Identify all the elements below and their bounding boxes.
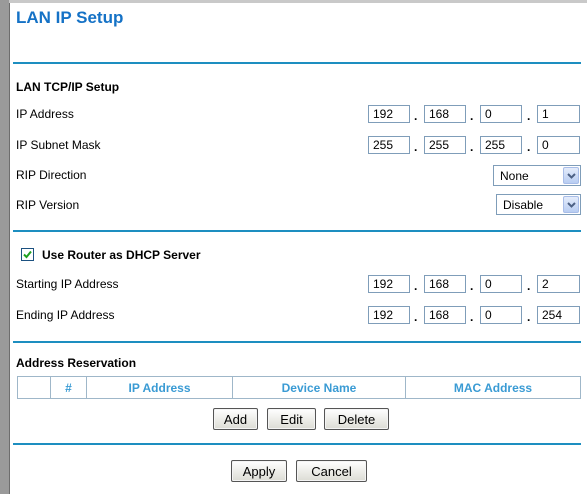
divider — [13, 230, 581, 232]
ip-address-octet-4[interactable] — [537, 105, 580, 123]
ending-ip-octet-4[interactable] — [537, 306, 580, 324]
ip-address-octet-2[interactable] — [424, 105, 466, 123]
subnet-mask-octet-3[interactable] — [480, 136, 522, 154]
ending-ip-octet-1[interactable] — [368, 306, 410, 324]
octet-separator: . — [527, 310, 531, 324]
octet-separator: . — [527, 109, 531, 123]
divider — [13, 341, 581, 343]
delete-button[interactable]: Delete — [324, 408, 389, 430]
starting-ip-octet-4[interactable] — [537, 275, 580, 293]
divider — [13, 443, 581, 445]
address-reservation-table: # IP Address Device Name MAC Address — [17, 376, 581, 399]
octet-separator: . — [470, 310, 474, 324]
ending-ip-octet-2[interactable] — [424, 306, 466, 324]
rip-version-value: Disable — [503, 197, 544, 212]
column-header-select — [17, 376, 51, 399]
starting-ip-octet-3[interactable] — [480, 275, 522, 293]
octet-separator: . — [527, 279, 531, 293]
dhcp-server-label: Use Router as DHCP Server — [42, 248, 201, 262]
starting-ip-octet-2[interactable] — [424, 275, 466, 293]
chevron-down-icon[interactable] — [563, 167, 579, 184]
apply-button[interactable]: Apply — [231, 460, 287, 482]
rip-direction-value: None — [500, 168, 529, 183]
lan-tcpip-heading: LAN TCP/IP Setup — [16, 80, 120, 94]
octet-separator: . — [470, 279, 474, 293]
starting-ip-octet-1[interactable] — [368, 275, 410, 293]
octet-separator: . — [470, 140, 474, 154]
subnet-mask-label: IP Subnet Mask — [16, 138, 101, 152]
ip-address-octet-3[interactable] — [480, 105, 522, 123]
address-reservation-heading: Address Reservation — [16, 356, 137, 370]
ip-address-label: IP Address — [16, 107, 74, 121]
octet-separator: . — [414, 140, 418, 154]
window-frame-top — [9, 0, 587, 3]
octet-separator: . — [470, 109, 474, 123]
rip-version-label: RIP Version — [16, 198, 80, 212]
rip-direction-select[interactable]: None — [493, 165, 581, 186]
column-header-number: # — [50, 376, 87, 399]
ending-ip-octet-3[interactable] — [480, 306, 522, 324]
octet-separator: . — [527, 140, 531, 154]
starting-ip-label: Starting IP Address — [16, 277, 119, 291]
subnet-mask-octet-1[interactable] — [368, 136, 410, 154]
rip-direction-label: RIP Direction — [16, 168, 87, 182]
subnet-mask-octet-2[interactable] — [424, 136, 466, 154]
page-title: LAN IP Setup — [16, 8, 124, 27]
add-button[interactable]: Add — [213, 408, 258, 430]
dhcp-server-checkbox[interactable] — [21, 248, 34, 261]
divider — [13, 62, 581, 64]
octet-separator: . — [414, 109, 418, 123]
column-header-device-name: Device Name — [232, 376, 406, 399]
column-header-mac-address: MAC Address — [405, 376, 581, 399]
chevron-down-icon[interactable] — [563, 196, 579, 213]
ending-ip-label: Ending IP Address — [16, 308, 115, 322]
window-frame-left — [0, 0, 10, 494]
column-header-ip-address: IP Address — [86, 376, 233, 399]
ip-address-octet-1[interactable] — [368, 105, 410, 123]
rip-version-select[interactable]: Disable — [496, 194, 581, 215]
edit-button[interactable]: Edit — [267, 408, 316, 430]
checkmark-icon — [23, 250, 32, 259]
cancel-button[interactable]: Cancel — [296, 460, 367, 482]
octet-separator: . — [414, 310, 418, 324]
table-header-row: # IP Address Device Name MAC Address — [17, 376, 581, 399]
subnet-mask-octet-4[interactable] — [537, 136, 580, 154]
octet-separator: . — [414, 279, 418, 293]
